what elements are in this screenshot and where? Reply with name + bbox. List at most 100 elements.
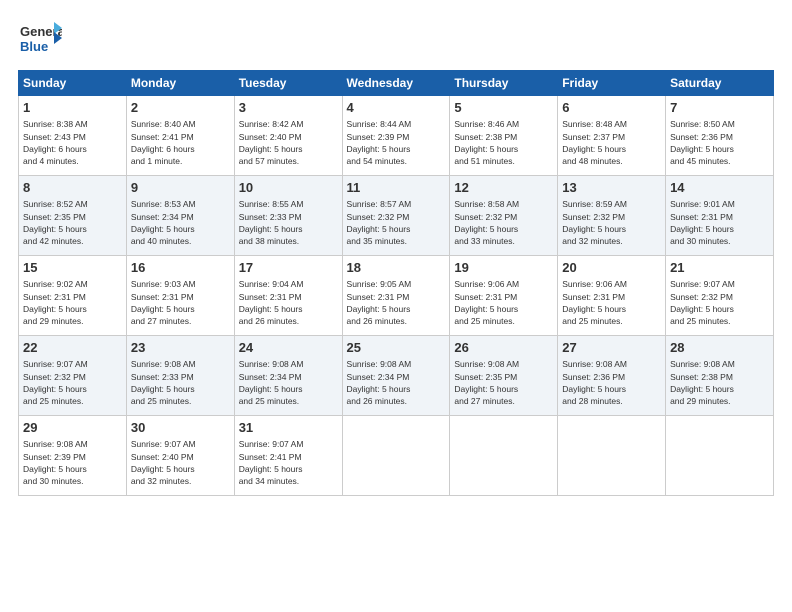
day-number: 31: [239, 419, 338, 437]
day-number: 22: [23, 339, 122, 357]
calendar-cell: 21Sunrise: 9:07 AM Sunset: 2:32 PM Dayli…: [666, 256, 774, 336]
day-number: 11: [347, 179, 446, 197]
day-number: 29: [23, 419, 122, 437]
day-info: Sunrise: 8:58 AM Sunset: 2:32 PM Dayligh…: [454, 198, 553, 247]
day-number: 13: [562, 179, 661, 197]
day-info: Sunrise: 9:08 AM Sunset: 2:36 PM Dayligh…: [562, 358, 661, 407]
day-info: Sunrise: 8:48 AM Sunset: 2:37 PM Dayligh…: [562, 118, 661, 167]
day-number: 19: [454, 259, 553, 277]
day-info: Sunrise: 8:55 AM Sunset: 2:33 PM Dayligh…: [239, 198, 338, 247]
calendar-cell: [558, 416, 666, 496]
calendar-cell: 8Sunrise: 8:52 AM Sunset: 2:35 PM Daylig…: [19, 176, 127, 256]
day-number: 10: [239, 179, 338, 197]
day-info: Sunrise: 9:08 AM Sunset: 2:38 PM Dayligh…: [670, 358, 769, 407]
day-info: Sunrise: 8:44 AM Sunset: 2:39 PM Dayligh…: [347, 118, 446, 167]
day-number: 21: [670, 259, 769, 277]
calendar-cell: 5Sunrise: 8:46 AM Sunset: 2:38 PM Daylig…: [450, 96, 558, 176]
day-info: Sunrise: 9:07 AM Sunset: 2:41 PM Dayligh…: [239, 438, 338, 487]
calendar-cell: 6Sunrise: 8:48 AM Sunset: 2:37 PM Daylig…: [558, 96, 666, 176]
calendar-cell: 9Sunrise: 8:53 AM Sunset: 2:34 PM Daylig…: [126, 176, 234, 256]
logo: General Blue: [18, 18, 62, 62]
day-info: Sunrise: 9:01 AM Sunset: 2:31 PM Dayligh…: [670, 198, 769, 247]
calendar-cell: 31Sunrise: 9:07 AM Sunset: 2:41 PM Dayli…: [234, 416, 342, 496]
day-info: Sunrise: 8:57 AM Sunset: 2:32 PM Dayligh…: [347, 198, 446, 247]
day-info: Sunrise: 9:07 AM Sunset: 2:32 PM Dayligh…: [23, 358, 122, 407]
day-number: 6: [562, 99, 661, 117]
day-number: 15: [23, 259, 122, 277]
day-number: 26: [454, 339, 553, 357]
day-info: Sunrise: 8:38 AM Sunset: 2:43 PM Dayligh…: [23, 118, 122, 167]
day-number: 14: [670, 179, 769, 197]
col-header-sunday: Sunday: [19, 71, 127, 96]
calendar-cell: [342, 416, 450, 496]
day-number: 23: [131, 339, 230, 357]
calendar-cell: 27Sunrise: 9:08 AM Sunset: 2:36 PM Dayli…: [558, 336, 666, 416]
calendar-cell: 20Sunrise: 9:06 AM Sunset: 2:31 PM Dayli…: [558, 256, 666, 336]
day-number: 20: [562, 259, 661, 277]
calendar-cell: 4Sunrise: 8:44 AM Sunset: 2:39 PM Daylig…: [342, 96, 450, 176]
day-info: Sunrise: 9:04 AM Sunset: 2:31 PM Dayligh…: [239, 278, 338, 327]
day-number: 24: [239, 339, 338, 357]
day-number: 1: [23, 99, 122, 117]
day-info: Sunrise: 9:06 AM Sunset: 2:31 PM Dayligh…: [454, 278, 553, 327]
calendar-cell: 16Sunrise: 9:03 AM Sunset: 2:31 PM Dayli…: [126, 256, 234, 336]
logo: General Blue: [18, 18, 62, 62]
calendar-cell: 14Sunrise: 9:01 AM Sunset: 2:31 PM Dayli…: [666, 176, 774, 256]
day-number: 16: [131, 259, 230, 277]
day-info: Sunrise: 9:08 AM Sunset: 2:34 PM Dayligh…: [239, 358, 338, 407]
calendar-cell: 19Sunrise: 9:06 AM Sunset: 2:31 PM Dayli…: [450, 256, 558, 336]
day-number: 9: [131, 179, 230, 197]
calendar-cell: 26Sunrise: 9:08 AM Sunset: 2:35 PM Dayli…: [450, 336, 558, 416]
logo-icon: General Blue: [18, 18, 62, 62]
day-info: Sunrise: 8:40 AM Sunset: 2:41 PM Dayligh…: [131, 118, 230, 167]
col-header-monday: Monday: [126, 71, 234, 96]
col-header-tuesday: Tuesday: [234, 71, 342, 96]
calendar-cell: 30Sunrise: 9:07 AM Sunset: 2:40 PM Dayli…: [126, 416, 234, 496]
col-header-wednesday: Wednesday: [342, 71, 450, 96]
col-header-friday: Friday: [558, 71, 666, 96]
day-info: Sunrise: 8:59 AM Sunset: 2:32 PM Dayligh…: [562, 198, 661, 247]
day-number: 27: [562, 339, 661, 357]
day-info: Sunrise: 9:08 AM Sunset: 2:33 PM Dayligh…: [131, 358, 230, 407]
day-info: Sunrise: 9:08 AM Sunset: 2:39 PM Dayligh…: [23, 438, 122, 487]
day-number: 8: [23, 179, 122, 197]
calendar-cell: 15Sunrise: 9:02 AM Sunset: 2:31 PM Dayli…: [19, 256, 127, 336]
day-number: 7: [670, 99, 769, 117]
day-number: 17: [239, 259, 338, 277]
col-header-saturday: Saturday: [666, 71, 774, 96]
calendar-cell: 11Sunrise: 8:57 AM Sunset: 2:32 PM Dayli…: [342, 176, 450, 256]
calendar-cell: 24Sunrise: 9:08 AM Sunset: 2:34 PM Dayli…: [234, 336, 342, 416]
day-number: 2: [131, 99, 230, 117]
calendar-cell: 1Sunrise: 8:38 AM Sunset: 2:43 PM Daylig…: [19, 96, 127, 176]
calendar-table: SundayMondayTuesdayWednesdayThursdayFrid…: [18, 70, 774, 496]
day-info: Sunrise: 9:07 AM Sunset: 2:32 PM Dayligh…: [670, 278, 769, 327]
calendar-cell: 29Sunrise: 9:08 AM Sunset: 2:39 PM Dayli…: [19, 416, 127, 496]
day-number: 28: [670, 339, 769, 357]
calendar-cell: 25Sunrise: 9:08 AM Sunset: 2:34 PM Dayli…: [342, 336, 450, 416]
day-number: 3: [239, 99, 338, 117]
day-info: Sunrise: 9:08 AM Sunset: 2:35 PM Dayligh…: [454, 358, 553, 407]
day-info: Sunrise: 9:08 AM Sunset: 2:34 PM Dayligh…: [347, 358, 446, 407]
day-info: Sunrise: 8:46 AM Sunset: 2:38 PM Dayligh…: [454, 118, 553, 167]
day-number: 4: [347, 99, 446, 117]
calendar-cell: 28Sunrise: 9:08 AM Sunset: 2:38 PM Dayli…: [666, 336, 774, 416]
day-number: 30: [131, 419, 230, 437]
day-number: 25: [347, 339, 446, 357]
calendar-cell: 3Sunrise: 8:42 AM Sunset: 2:40 PM Daylig…: [234, 96, 342, 176]
calendar-cell: [450, 416, 558, 496]
calendar-cell: 2Sunrise: 8:40 AM Sunset: 2:41 PM Daylig…: [126, 96, 234, 176]
svg-text:Blue: Blue: [20, 39, 48, 54]
day-info: Sunrise: 9:06 AM Sunset: 2:31 PM Dayligh…: [562, 278, 661, 327]
header: General Blue: [18, 18, 774, 62]
day-info: Sunrise: 9:05 AM Sunset: 2:31 PM Dayligh…: [347, 278, 446, 327]
day-info: Sunrise: 9:07 AM Sunset: 2:40 PM Dayligh…: [131, 438, 230, 487]
calendar-cell: 12Sunrise: 8:58 AM Sunset: 2:32 PM Dayli…: [450, 176, 558, 256]
day-info: Sunrise: 8:50 AM Sunset: 2:36 PM Dayligh…: [670, 118, 769, 167]
calendar-cell: 7Sunrise: 8:50 AM Sunset: 2:36 PM Daylig…: [666, 96, 774, 176]
day-info: Sunrise: 8:52 AM Sunset: 2:35 PM Dayligh…: [23, 198, 122, 247]
day-number: 12: [454, 179, 553, 197]
calendar-cell: 13Sunrise: 8:59 AM Sunset: 2:32 PM Dayli…: [558, 176, 666, 256]
calendar-cell: [666, 416, 774, 496]
day-info: Sunrise: 9:02 AM Sunset: 2:31 PM Dayligh…: [23, 278, 122, 327]
day-info: Sunrise: 8:53 AM Sunset: 2:34 PM Dayligh…: [131, 198, 230, 247]
